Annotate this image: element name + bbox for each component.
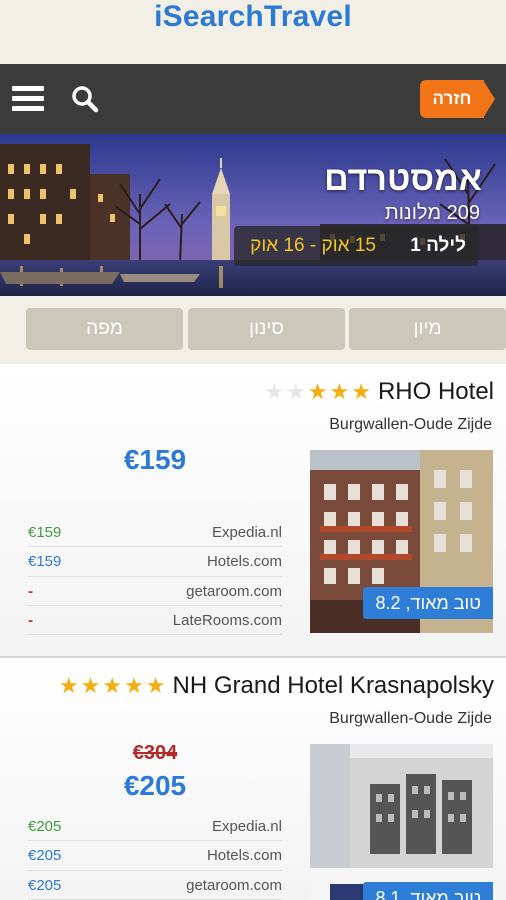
star-icon: ★ — [102, 673, 123, 698]
hotel-best-price: €205 — [123, 770, 187, 801]
hotel-card[interactable]: ★ ★ ★ ★ ★ NH Grand Hotel Krasnapolsky Bu… — [0, 658, 506, 900]
destination-city: אמסטרדם — [324, 160, 482, 198]
hotel-best-price: €159 — [123, 444, 187, 475]
hotel-rating-badge: טוב מאוד, 8.1 — [363, 882, 493, 900]
hotel-name: NH Grand Hotel Krasnapolsky — [172, 672, 494, 699]
provider-site: Hotels.com — [206, 553, 282, 571]
provider-row[interactable]: - getaroom.com — [28, 577, 282, 606]
star-icon: ★ — [58, 673, 79, 698]
map-button[interactable]: מפה — [26, 308, 183, 350]
provider-row[interactable]: - LateRooms.com — [28, 606, 282, 636]
back-button-label: חזרה — [420, 80, 484, 118]
hotel-title: ★ ★ ★ ★ ★ RHO Hotel — [263, 378, 494, 406]
app-title: iSearchTravel — [154, 0, 352, 33]
provider-price: €205 — [28, 818, 62, 835]
provider-price: - — [28, 582, 33, 600]
star-icon: ★ — [329, 379, 350, 404]
provider-site: Hotels.com — [206, 847, 282, 865]
back-button[interactable]: חזרה — [420, 80, 496, 118]
date-range: 15 אוק - 16 אוק — [250, 235, 376, 256]
provider-prices: €159 Expedia.nl €159 Hotels.com - getaro… — [28, 518, 282, 636]
provider-row[interactable]: €159 Expedia.nl — [28, 518, 282, 548]
hotel-title: ★ ★ ★ ★ ★ NH Grand Hotel Krasnapolsky — [58, 672, 494, 700]
hotel-photo[interactable]: טוב מאוד, 8.2 — [310, 450, 493, 633]
hotel-area: Burgwallen-Oude Zijde — [329, 416, 492, 433]
star-icon: ★ — [145, 673, 166, 698]
filter-button[interactable]: סינון — [188, 308, 345, 350]
provider-row[interactable]: €205 Hotels.com — [28, 841, 282, 871]
star-icon: ★ — [80, 673, 101, 698]
provider-row[interactable]: €159 Hotels.com — [28, 547, 282, 577]
stay-dates[interactable]: לילה 1 15 אוק - 16 אוק — [234, 226, 478, 266]
hotel-count: 209 מלונות — [384, 202, 480, 224]
hotel-stars: ★ ★ ★ ★ ★ — [263, 381, 372, 403]
provider-price: €159 — [28, 553, 62, 571]
nav-bar: חזרה — [0, 64, 506, 134]
provider-price: €205 — [28, 847, 62, 865]
star-icon: ★ — [307, 379, 328, 404]
provider-site: getaroom.com — [186, 876, 282, 894]
provider-site: getaroom.com — [186, 582, 282, 600]
star-empty-icon: ★ — [286, 379, 306, 404]
hotel-old-price: €304 — [132, 742, 178, 764]
provider-row[interactable]: €205 getaroom.com — [28, 871, 282, 900]
star-empty-icon: ★ — [264, 379, 285, 404]
provider-price: - — [28, 611, 33, 629]
nights-count: לילה 1 — [410, 235, 466, 256]
hotel-photo[interactable]: טוב מאוד, 8.1 — [310, 744, 493, 900]
sort-button[interactable]: מיון — [349, 308, 506, 350]
provider-site: Expedia.nl — [211, 524, 282, 541]
star-icon: ★ — [351, 379, 371, 404]
hotel-list: ★ ★ ★ ★ ★ RHO Hotel Burgwallen-Oude Zijd… — [0, 364, 506, 900]
provider-price: €159 — [28, 524, 62, 541]
hamburger-menu-icon[interactable] — [12, 86, 44, 112]
hotel-rating-badge: טוב מאוד, 8.2 — [363, 587, 493, 619]
destination-hero: אמסטרדם 209 מלונות לילה 1 15 אוק - 16 או… — [0, 134, 506, 296]
provider-price: €205 — [28, 876, 62, 894]
hotel-card[interactable]: ★ ★ ★ ★ ★ RHO Hotel Burgwallen-Oude Zijd… — [0, 364, 506, 658]
hotel-area: Burgwallen-Oude Zijde — [329, 710, 492, 727]
hotel-stars: ★ ★ ★ ★ ★ — [58, 675, 167, 697]
provider-site: Expedia.nl — [211, 818, 282, 835]
app-header: iSearchTravel — [0, 0, 506, 64]
star-icon: ★ — [124, 673, 144, 698]
search-icon[interactable] — [70, 84, 100, 114]
provider-site: LateRooms.com — [172, 611, 282, 629]
results-toolbar: מיון סינון מפה — [0, 296, 506, 364]
provider-prices: €205 Expedia.nl €205 Hotels.com €205 get… — [28, 812, 282, 900]
hotel-name: RHO Hotel — [377, 378, 494, 405]
provider-row[interactable]: €205 Expedia.nl — [28, 812, 282, 842]
